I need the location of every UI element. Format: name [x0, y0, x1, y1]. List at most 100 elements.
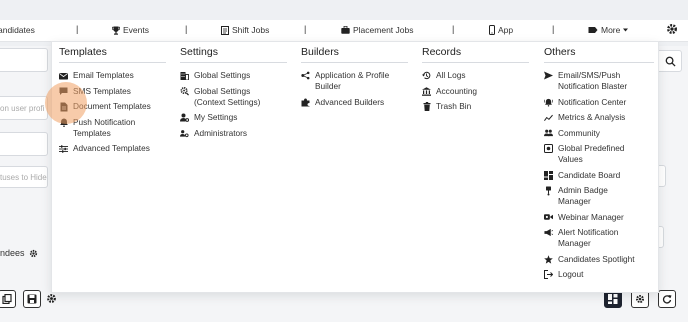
tag-icon	[588, 27, 598, 33]
phone-icon	[489, 25, 495, 35]
left-input-top[interactable]	[0, 48, 48, 72]
sliders-icon	[59, 144, 68, 154]
menu-column-builders: Builders Application & Profile Builder Adv…	[301, 46, 408, 112]
nav-events[interactable]: Events	[112, 25, 149, 35]
menu-item-label: Advanced Builders	[315, 96, 385, 107]
attendees-label-row: ndees	[0, 248, 38, 258]
menu-item-label: Accounting	[436, 85, 478, 96]
gear-icon[interactable]	[29, 249, 38, 258]
menu-item-administrators[interactable]: Administrators	[180, 128, 287, 139]
menu-item-advanced-builders[interactable]: Advanced Builders	[301, 97, 408, 108]
menu-column-divider	[301, 62, 408, 63]
dashboard-icon	[608, 294, 618, 304]
users-cog-icon	[180, 128, 189, 138]
menu-item-label: Email/SMS/Push Notification Blaster	[558, 70, 628, 91]
nav-candidates[interactable]: andidates	[0, 25, 35, 35]
menu-item-logout[interactable]: Logout	[544, 269, 654, 280]
menu-item-email-sms-push-notification-blaster[interactable]: Email/SMS/Push Notification Blaster	[544, 70, 654, 92]
value-box-icon	[544, 144, 553, 154]
menu-item-accounting[interactable]: Accounting	[422, 86, 529, 97]
menu-item-all-logs[interactable]: All Logs	[422, 70, 529, 81]
menu-item-label: Trash Bin	[436, 101, 472, 111]
chart-line-icon	[544, 113, 553, 123]
menu-item-email-templates[interactable]: Email Templates	[59, 70, 166, 81]
nav-separator: |	[185, 24, 188, 34]
history-icon	[422, 71, 431, 81]
menu-item-label: Admin Badge Manager	[558, 185, 608, 206]
people-icon	[544, 128, 553, 138]
menu-item-advanced-templates[interactable]: Advanced Templates	[59, 143, 166, 154]
copy-button[interactable]	[0, 290, 16, 308]
nav-more-dropdown[interactable]: More	[588, 25, 629, 35]
menu-item-label: Push Notification Templates	[73, 116, 136, 138]
menu-item-label: Global Settings (Context Settings)	[194, 85, 261, 107]
more-mega-menu: Templates Email Templates SMS Templates Doc…	[51, 41, 659, 293]
menu-item-global-settings[interactable]: Global Settings	[180, 70, 287, 81]
floppy-icon	[27, 294, 37, 304]
nav-separator: |	[552, 24, 555, 34]
envelope-icon	[59, 71, 68, 81]
trophy-icon	[112, 26, 120, 35]
menu-item-candidate-board[interactable]: Candidate Board	[544, 170, 654, 181]
nav-separator: |	[452, 24, 455, 34]
menu-column-others: Others Email/SMS/Push Notification Blaste…	[544, 46, 654, 285]
status-hide-input[interactable]: tuses to Hide	[0, 166, 48, 188]
right-search-box[interactable]	[656, 50, 682, 72]
gear-icon	[636, 295, 644, 303]
nav-app[interactable]: App	[489, 25, 513, 35]
save-button[interactable]	[23, 290, 41, 308]
menu-item-my-settings[interactable]: My Settings	[180, 112, 287, 123]
menu-column-title: Templates	[59, 46, 107, 58]
menu-item-admin-badge-manager[interactable]: Admin Badge Manager	[544, 185, 654, 207]
menu-column-settings: Settings Global Settings Global Settings (…	[180, 46, 287, 143]
menu-item-label: All Logs	[436, 70, 466, 80]
send-icon	[544, 71, 553, 81]
top-navigation: andidates | Events | Shift Jobs | Placem…	[0, 20, 688, 42]
attendees-label: ndees	[0, 248, 25, 258]
menu-item-application-profile-builder[interactable]: Application & Profile Builder	[301, 70, 408, 92]
menu-item-label: Candidates Spotlight	[558, 253, 635, 264]
menu-item-label: Webinar Manager	[558, 211, 624, 222]
menu-item-webinar-manager[interactable]: Webinar Manager	[544, 212, 654, 223]
refresh-icon	[662, 295, 672, 304]
menu-item-global-predefined-values[interactable]: Global Predefined Values	[544, 143, 654, 165]
megaphone-icon	[544, 228, 553, 238]
menu-item-global-settings-context-settings[interactable]: Global Settings (Context Settings)	[180, 86, 287, 108]
menu-item-trash-bin[interactable]: Trash Bin	[422, 101, 529, 112]
menu-item-label: Global Predefined Values	[558, 143, 625, 164]
nav-shift-jobs[interactable]: Shift Jobs	[221, 25, 269, 35]
nav-placement-jobs[interactable]: Placement Jobs	[341, 25, 413, 35]
menu-column-title: Builders	[301, 46, 339, 58]
menu-item-label: Metrics & Analysis	[558, 112, 626, 122]
star-icon	[544, 254, 553, 264]
gear-icon	[667, 24, 677, 34]
user-profile-search-input[interactable]: on user profi	[0, 96, 48, 120]
menu-item-community[interactable]: Community	[544, 128, 654, 139]
nav-settings-gear[interactable]	[666, 23, 678, 37]
left-input-mid[interactable]	[0, 132, 48, 156]
workflow-icon	[301, 71, 310, 81]
menu-column-divider	[544, 62, 654, 63]
menu-column-divider	[422, 62, 529, 63]
toolbar-gear[interactable]	[46, 293, 57, 306]
user-cog-icon	[180, 113, 189, 123]
bell-ring-icon	[544, 97, 553, 107]
gear-icon	[47, 294, 56, 303]
menu-column-title: Settings	[180, 46, 218, 58]
menu-item-alert-notification-manager[interactable]: Alert Notification Manager	[544, 227, 654, 249]
logout-icon	[544, 270, 553, 280]
refresh-button[interactable]	[658, 290, 676, 308]
menu-item-candidates-spotlight[interactable]: Candidates Spotlight	[544, 254, 654, 265]
menu-item-label: Community	[558, 127, 600, 138]
menu-item-label: My Settings	[194, 112, 238, 122]
video-icon	[544, 212, 553, 222]
menu-item-metrics-analysis[interactable]: Metrics & Analysis	[544, 112, 654, 123]
menu-column-title: Records	[422, 46, 462, 58]
nav-separator: |	[76, 24, 79, 34]
puzzle-icon	[301, 97, 310, 107]
list-icon	[221, 25, 229, 35]
menu-item-notification-center[interactable]: Notification Center	[544, 97, 654, 108]
menu-column-title: Others	[544, 46, 576, 58]
copy-icon	[2, 294, 12, 304]
menu-item-label: Candidate Board	[558, 169, 621, 180]
